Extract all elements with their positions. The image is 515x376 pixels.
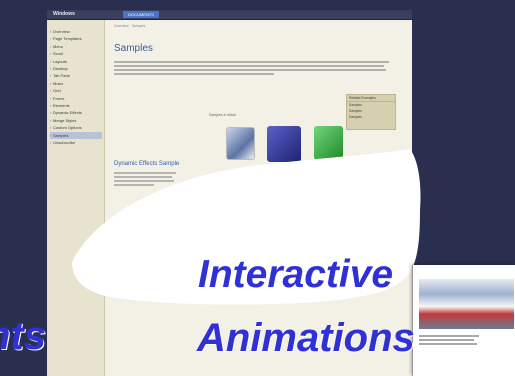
sidebar-item-label: Desktop [53, 66, 68, 72]
sidebar-item-label: Page Templates [53, 36, 82, 42]
preview-window [412, 265, 515, 376]
sidebar-item[interactable]: › Unsubscribe [50, 139, 104, 146]
sidebar-item-label: Menu [53, 43, 64, 49]
breadcrumb: Overview · Samples [114, 24, 146, 28]
sidebar-item[interactable]: › Overview [50, 28, 104, 35]
headline-line-2: Animations [197, 316, 415, 360]
headline-fragment-left: nts [0, 314, 46, 358]
sidebar-item[interactable]: › Samples [50, 131, 102, 140]
sidebar-item[interactable]: › Menu [50, 43, 104, 50]
sample-thumbnail-3[interactable] [314, 126, 343, 160]
sidebar-item[interactable]: › Scroll [50, 50, 104, 57]
preview-image [419, 279, 514, 329]
sidebar-item-label: Layouts [53, 58, 68, 64]
sidebar-item-label: Dynamic Effects [53, 110, 82, 116]
sample-thumbnail-1[interactable] [226, 127, 255, 160]
section-title: Dynamic Effects Sample [114, 161, 180, 167]
sidebar-item-label: Unsubscribe [53, 140, 76, 146]
sidebar-item[interactable]: › Tab Pane [50, 72, 104, 79]
sidebar-item-label: Tab Pane [53, 73, 70, 79]
sidebar-item-label: Overview [53, 29, 70, 34]
sidebar-item[interactable]: › Page Templates [50, 35, 104, 42]
sidebar-item[interactable]: › Elements [50, 102, 104, 109]
sidebar-item[interactable]: › Desktop [50, 65, 104, 72]
sidebar-item-label: Merge Styles [53, 117, 77, 123]
sidebar-item[interactable]: › Dynamic Effects [50, 109, 104, 116]
sidebar-item-label: Samples [53, 132, 69, 138]
sidebar-item[interactable]: › Grid [50, 87, 104, 94]
related-examples-box: Related Examples Samples Samples Samples [346, 94, 396, 130]
sidebar-item-label: Grid [53, 88, 61, 94]
sidebar-item-label: Motor [53, 80, 64, 86]
sidebar-item[interactable]: › Layouts [50, 58, 104, 65]
samples-subtitle: Samples in detail [209, 113, 236, 117]
sidebar-item[interactable]: › Motor [50, 80, 104, 87]
sidebar-item[interactable]: › Custom Options [50, 124, 104, 131]
sidebar-nav: › Overview › Page Templates › Menu › Scroll › Lay… [47, 20, 105, 376]
sidebar-item-label: Scroll [53, 51, 64, 57]
page-title: Samples [114, 43, 153, 54]
active-tab[interactable]: DOCUMENTS [123, 11, 159, 18]
browser-brand: Windows [53, 11, 75, 17]
related-examples-title: Related Examples [347, 95, 395, 102]
headline-line-1: Interactive [198, 253, 394, 296]
sidebar-item-label: Custom Options [53, 125, 82, 131]
browser-toolbar: Windows DOCUMENTS [47, 10, 412, 20]
screen: Windows DOCUMENTS › Overview › Page Templat… [0, 0, 515, 376]
sample-thumbnail-2[interactable] [267, 126, 301, 162]
sidebar-item-label: Elements [53, 103, 70, 109]
sidebar-item-label: Forms [53, 95, 65, 101]
sidebar-item[interactable]: › Merge Styles [50, 117, 104, 124]
sidebar-item[interactable]: › Forms [50, 95, 104, 102]
related-link[interactable]: Samples [347, 114, 395, 120]
